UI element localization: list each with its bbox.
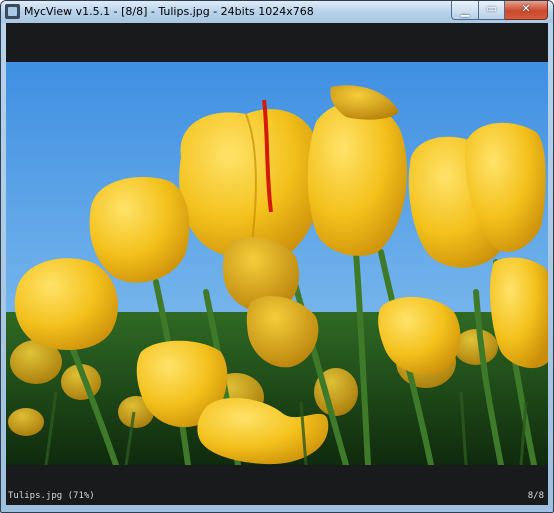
image-viewport[interactable]: Tulips.jpg (71%) 8/8 bbox=[6, 23, 548, 505]
window-title: MycView v1.5.1 - [8/8] - Tulips.jpg - 24… bbox=[24, 5, 314, 18]
close-icon: ✕ bbox=[521, 2, 531, 15]
minimize-icon: ▁ bbox=[460, 4, 470, 17]
title-bar[interactable]: MycView v1.5.1 - [8/8] - Tulips.jpg - 24… bbox=[1, 1, 553, 23]
minimize-button[interactable]: ▁ bbox=[451, 1, 479, 20]
window-controls: ▁ ▭ ✕ bbox=[451, 1, 548, 20]
app-icon[interactable] bbox=[5, 4, 20, 19]
maximize-button[interactable]: ▭ bbox=[479, 1, 505, 20]
status-bar: Tulips.jpg (71%) 8/8 bbox=[6, 487, 548, 505]
tulips-image bbox=[6, 62, 548, 465]
app-window: MycView v1.5.1 - [8/8] - Tulips.jpg - 24… bbox=[0, 0, 554, 513]
maximize-icon: ▭ bbox=[486, 2, 497, 15]
status-image-index: 8/8 bbox=[527, 491, 544, 501]
status-filename-zoom: Tulips.jpg (71%) bbox=[8, 491, 95, 501]
close-button[interactable]: ✕ bbox=[505, 1, 548, 20]
